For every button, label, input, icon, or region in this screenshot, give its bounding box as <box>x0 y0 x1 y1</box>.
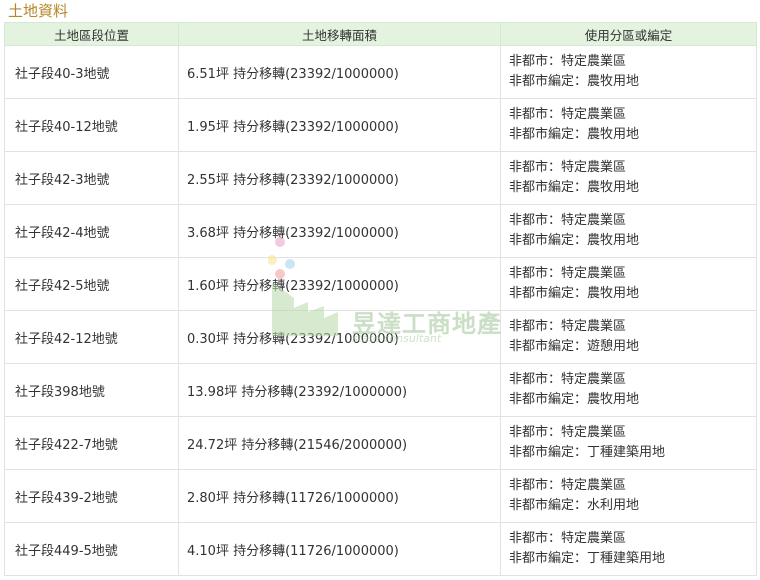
zoning-line: 非都市：特定農業區 <box>509 425 627 440</box>
area-cell: 1.95坪 持分移轉(23392/1000000) <box>178 98 501 152</box>
location-cell: 社子段398地號 <box>4 363 179 417</box>
table-row: 社子段398地號 13.98坪 持分移轉(23392/1000000) 非都市：… <box>4 363 757 417</box>
zoning-cell: 非都市：特定農業區 非都市編定：農牧用地 <box>500 257 757 311</box>
location-cell: 社子段42-3地號 <box>4 151 179 205</box>
zoning-designation-line: 非都市編定：丁種建築用地 <box>509 445 666 460</box>
zoning-designation-line: 非都市編定：遊憩用地 <box>509 339 640 354</box>
zoning-cell: 非都市：特定農業區 非都市編定：水利用地 <box>500 469 757 523</box>
zoning-line: 非都市：特定農業區 <box>509 160 627 175</box>
zoning-line: 非都市：特定農業區 <box>509 478 627 493</box>
zoning-cell: 非都市：特定農業區 非都市編定：農牧用地 <box>500 204 757 258</box>
table-row: 社子段422-7地號 24.72坪 持分移轉(21546/2000000) 非都… <box>4 416 757 470</box>
location-cell: 社子段439-2地號 <box>4 469 179 523</box>
zoning-designation-line: 非都市編定：農牧用地 <box>509 180 640 195</box>
area-cell: 24.72坪 持分移轉(21546/2000000) <box>178 416 501 470</box>
area-cell: 3.68坪 持分移轉(23392/1000000) <box>178 204 501 258</box>
zoning-designation-line: 非都市編定：農牧用地 <box>509 392 640 407</box>
table-row: 社子段42-5地號 1.60坪 持分移轉(23392/1000000) 非都市：… <box>4 257 757 311</box>
location-cell: 社子段40-12地號 <box>4 98 179 152</box>
table-row: 社子段42-3地號 2.55坪 持分移轉(23392/1000000) 非都市：… <box>4 151 757 205</box>
column-header-location: 土地區段位置 <box>4 22 179 46</box>
zoning-cell: 非都市：特定農業區 非都市編定：遊憩用地 <box>500 310 757 364</box>
zoning-line: 非都市：特定農業區 <box>509 213 627 228</box>
zoning-designation-line: 非都市編定：農牧用地 <box>509 286 640 301</box>
section-title: 土地資料 <box>8 2 69 20</box>
table-row: 社子段439-2地號 2.80坪 持分移轉(11726/1000000) 非都市… <box>4 469 757 523</box>
column-header-zoning: 使用分區或編定 <box>500 22 757 46</box>
area-cell: 4.10坪 持分移轉(11726/1000000) <box>178 522 501 576</box>
table-header-row: 土地區段位置 土地移轉面積 使用分區或編定 <box>4 22 757 46</box>
location-cell: 社子段422-7地號 <box>4 416 179 470</box>
table-row: 社子段40-3地號 6.51坪 持分移轉(23392/1000000) 非都市：… <box>4 45 757 99</box>
area-cell: 1.60坪 持分移轉(23392/1000000) <box>178 257 501 311</box>
area-cell: 13.98坪 持分移轉(23392/1000000) <box>178 363 501 417</box>
zoning-line: 非都市：特定農業區 <box>509 107 627 122</box>
location-cell: 社子段449-5地號 <box>4 522 179 576</box>
table-row: 社子段42-4地號 3.68坪 持分移轉(23392/1000000) 非都市：… <box>4 204 757 258</box>
area-cell: 0.30坪 持分移轉(23392/1000000) <box>178 310 501 364</box>
land-data-table: 土地區段位置 土地移轉面積 使用分區或編定 社子段40-3地號 6.51坪 持分… <box>4 22 757 576</box>
zoning-line: 非都市：特定農業區 <box>509 319 627 334</box>
location-cell: 社子段42-12地號 <box>4 310 179 364</box>
zoning-designation-line: 非都市編定：農牧用地 <box>509 74 640 89</box>
area-cell: 2.55坪 持分移轉(23392/1000000) <box>178 151 501 205</box>
location-cell: 社子段40-3地號 <box>4 45 179 99</box>
zoning-cell: 非都市：特定農業區 非都市編定：農牧用地 <box>500 98 757 152</box>
zoning-cell: 非都市：特定農業區 非都市編定：丁種建築用地 <box>500 522 757 576</box>
zoning-line: 非都市：特定農業區 <box>509 54 627 69</box>
location-cell: 社子段42-4地號 <box>4 204 179 258</box>
zoning-cell: 非都市：特定農業區 非都市編定：農牧用地 <box>500 45 757 99</box>
zoning-cell: 非都市：特定農業區 非都市編定：農牧用地 <box>500 363 757 417</box>
zoning-designation-line: 非都市編定：農牧用地 <box>509 233 640 248</box>
table-row: 社子段40-12地號 1.95坪 持分移轉(23392/1000000) 非都市… <box>4 98 757 152</box>
zoning-line: 非都市：特定農業區 <box>509 372 627 387</box>
zoning-cell: 非都市：特定農業區 非都市編定：農牧用地 <box>500 151 757 205</box>
zoning-line: 非都市：特定農業區 <box>509 266 627 281</box>
zoning-designation-line: 非都市編定：水利用地 <box>509 498 640 513</box>
zoning-designation-line: 非都市編定：農牧用地 <box>509 127 640 142</box>
location-cell: 社子段42-5地號 <box>4 257 179 311</box>
area-cell: 2.80坪 持分移轉(11726/1000000) <box>178 469 501 523</box>
table-row: 社子段42-12地號 0.30坪 持分移轉(23392/1000000) 非都市… <box>4 310 757 364</box>
column-header-area: 土地移轉面積 <box>178 22 501 46</box>
zoning-designation-line: 非都市編定：丁種建築用地 <box>509 551 666 566</box>
area-cell: 6.51坪 持分移轉(23392/1000000) <box>178 45 501 99</box>
table-row: 社子段449-5地號 4.10坪 持分移轉(11726/1000000) 非都市… <box>4 522 757 576</box>
zoning-cell: 非都市：特定農業區 非都市編定：丁種建築用地 <box>500 416 757 470</box>
zoning-line: 非都市：特定農業區 <box>509 531 627 546</box>
